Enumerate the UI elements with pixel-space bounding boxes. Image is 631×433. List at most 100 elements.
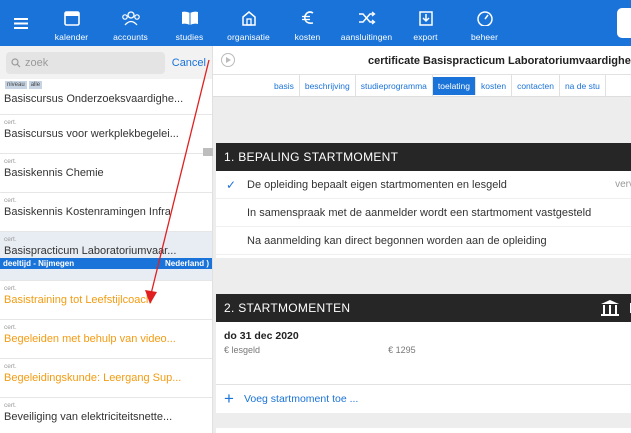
list-item-name: Beveiliging van elektriciteitsnette... — [4, 411, 173, 423]
nav-aansluitingen[interactable]: aansluitingen — [337, 0, 396, 46]
people-icon — [121, 11, 140, 26]
selected-variant-band: deeltijd - Nijmegen Nederland ) — [0, 258, 212, 269]
tab-na-de-studie[interactable]: na de stu — [560, 74, 606, 97]
list-item-name: Begeleiden met behulp van video... — [4, 333, 176, 345]
search-input[interactable]: zoek — [6, 51, 165, 74]
variant-location: deeltijd - Nijmegen — [3, 259, 75, 268]
list-item-name: Basiskennis Chemie — [4, 167, 104, 179]
list-item[interactable]: cert. Basiskennis Kostenramingen Infra — [0, 193, 212, 232]
list-item[interactable]: cert. Basiscursus voor werkplekbegelei..… — [0, 115, 212, 154]
nav-kosten[interactable]: kosten — [278, 0, 337, 46]
tab-beschrijving[interactable]: beschrijving — [300, 74, 356, 97]
add-startmoment-button[interactable]: + Voeg startmoment toe ... — [216, 384, 631, 412]
list-item[interactable]: cert. Beveiliging van elektriciteitsnett… — [0, 398, 212, 433]
filter-chip-alle[interactable]: alle — [28, 81, 43, 89]
window-edge — [617, 8, 631, 38]
filter-chip-niveau[interactable]: niveau — [5, 81, 27, 89]
nav-label: beheer — [470, 32, 499, 42]
play-icon — [226, 57, 231, 63]
fee-value: € 1295 — [388, 345, 416, 355]
menu-button[interactable] — [0, 0, 42, 46]
option-label: Na aanmelding kan direct begonnen worden… — [247, 234, 547, 247]
calendar-icon — [63, 11, 80, 26]
section-startmomenten: 2. STARTMOMENTEN do 31 dec 2020 € lesgel… — [216, 294, 631, 413]
nav-beheer[interactable]: beheer — [455, 0, 514, 46]
list-item-tag: cert. — [4, 285, 17, 292]
nav-accounts[interactable]: accounts — [101, 0, 160, 46]
nav-label: aansluitingen — [340, 32, 393, 42]
list-scrollbar[interactable] — [203, 148, 213, 156]
nav-export[interactable]: export — [396, 0, 455, 46]
option-trailing-text: verv — [615, 179, 631, 190]
shuffle-icon — [358, 11, 376, 25]
next-section-edge — [216, 428, 631, 433]
fee-label: lesgeld — [231, 345, 261, 355]
institution-icon[interactable] — [600, 299, 620, 317]
startmoment-option[interactable]: Na aanmelding kan direct begonnen worden… — [216, 227, 631, 255]
play-button[interactable] — [221, 53, 235, 67]
currency-symbol: € — [224, 345, 230, 355]
euro-icon — [301, 11, 313, 24]
study-list-panel: zoek Cancel niveau alle Basiscursus Onde… — [0, 46, 213, 433]
startmoment-date[interactable]: do 31 dec 2020 — [216, 322, 631, 342]
list-item-name: Basiscursus voor werkplekbegelei... — [4, 128, 179, 140]
cancel-button[interactable]: Cancel — [172, 57, 206, 69]
page-title: certificate Basispracticum Laboratoriumv… — [368, 55, 631, 67]
list-item-tag: cert. — [4, 158, 17, 165]
checkmark-icon: ✓ — [226, 177, 237, 192]
variant-country: Nederland ) — [164, 259, 209, 268]
section-bepaling-startmoment: 1. BEPALING STARTMOMENT ✓ De opleiding b… — [216, 143, 631, 258]
tab-kosten[interactable]: kosten — [476, 74, 513, 97]
option-label: De opleiding bepaalt eigen startmomenten… — [247, 178, 507, 191]
top-navigation-bar: kalender accounts studies organisatie ko… — [0, 0, 631, 46]
tab-studieprogramma[interactable]: studieprogramma — [356, 74, 433, 97]
list-item-tag: cert. — [4, 324, 17, 331]
tab-basis[interactable]: basis — [269, 74, 300, 97]
tab-contacten[interactable]: contacten — [512, 74, 560, 97]
section-heading: 1. BEPALING STARTMOMENT — [216, 143, 631, 171]
nav-label: studies — [175, 32, 204, 42]
startmoment-option[interactable]: In samenspraak met de aanmelder wordt ee… — [216, 199, 631, 227]
list-item[interactable]: cert. Basiskennis Chemie — [0, 154, 212, 193]
nav-kalender[interactable]: kalender — [42, 0, 101, 46]
search-icon — [11, 57, 21, 67]
tab-bar: basis beschrijving studieprogramma toela… — [213, 74, 631, 97]
list-item-tag: cert. — [4, 363, 17, 370]
hamburger-icon — [14, 17, 28, 29]
add-startmoment-label: Voeg startmoment toe ... — [243, 392, 359, 405]
tab-toelating[interactable]: toelating — [432, 76, 477, 95]
list-item-name: Basiskennis Kostenramingen Infra — [4, 206, 171, 218]
export-icon — [418, 11, 433, 26]
list-item[interactable]: cert. Basistraining tot Leefstijlcoach — [0, 281, 212, 320]
list-item[interactable]: cert. Begeleiden met behulp van video... — [0, 320, 212, 359]
nav-label: export — [413, 32, 438, 42]
plus-icon: + — [224, 389, 234, 408]
list-item[interactable]: cert. Begeleidingskunde: Leergang Sup... — [0, 359, 212, 398]
filter-row: niveau alle — [0, 79, 212, 91]
startmoment-option[interactable]: ✓ De opleiding bepaalt eigen startmoment… — [216, 171, 631, 199]
list-item-selected[interactable]: cert. Basispracticum Laboratoriumvaar...… — [0, 232, 212, 281]
search-placeholder: zoek — [25, 56, 49, 69]
list-item[interactable]: Basiscursus Onderzoeksvaardighe... — [0, 91, 212, 115]
list-item-tag: cert. — [4, 197, 17, 204]
option-label: In samenspraak met de aanmelder wordt ee… — [247, 206, 592, 219]
list-item-name: Basiscursus Onderzoeksvaardighe... — [4, 93, 184, 105]
nav-label: kalender — [54, 32, 89, 42]
nav-studies[interactable]: studies — [160, 0, 219, 46]
nav-organisatie[interactable]: organisatie — [219, 0, 278, 46]
book-icon — [181, 11, 198, 25]
list-item-tag: cert. — [4, 119, 17, 126]
startmoment-fee-row: € lesgeld € 1295 — [216, 342, 631, 355]
detail-title-bar: certificate Basispracticum Laboratoriumv… — [213, 46, 631, 75]
building-icon — [241, 11, 256, 26]
nav-label: kosten — [294, 32, 321, 42]
list-item-name: Begeleidingskunde: Leergang Sup... — [4, 372, 182, 384]
gauge-icon — [476, 11, 493, 26]
search-bar: zoek Cancel — [0, 46, 212, 79]
section-heading-text: 2. STARTMOMENTEN — [224, 301, 351, 315]
list-item-tag: cert. — [4, 236, 17, 243]
detail-panel: certificate Basispracticum Laboratoriumv… — [213, 46, 631, 433]
section-heading: 2. STARTMOMENTEN — [216, 294, 631, 322]
nav-label: organisatie — [227, 32, 270, 42]
list-item-name: Basispracticum Laboratoriumvaar... — [4, 245, 177, 257]
